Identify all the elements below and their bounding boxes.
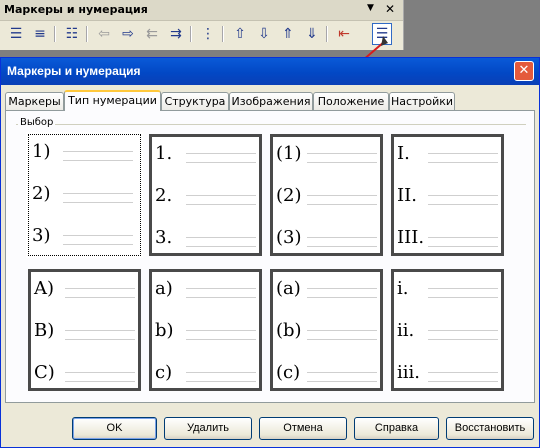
tab-panel: Выбор 1) 2) 3) 1. 2. 3. (1) (2) (3) I. I… (5, 110, 535, 403)
selection-group-label: Выбор (18, 117, 56, 128)
numbering-preset-1[interactable]: 1) 2) 3) (26, 132, 143, 258)
preset-item: (2) (276, 185, 302, 206)
tab-bullets[interactable]: Маркеры (5, 92, 64, 110)
preset-item: 3) (32, 225, 51, 246)
delete-button[interactable]: Удалить (164, 417, 252, 440)
numbering-preset-2[interactable]: 1. 2. 3. (149, 134, 262, 256)
toolbar-menu-icon[interactable]: ▼ (367, 3, 374, 13)
move-down-icon[interactable]: ⇩ (254, 23, 274, 45)
bullets-numbering-toolbar: Маркеры и нумерация ▼ ✕ ☰ ≡ ☷ ⇦ ⇨ ⇇ ⇉ ⋮ … (0, 0, 404, 50)
toolbar-title: Маркеры и нумерация (4, 3, 148, 16)
preset-item: (b) (276, 320, 302, 341)
preset-item: A) (34, 278, 55, 299)
dialog-titlebar[interactable]: Маркеры и нумерация ✕ (1, 58, 539, 85)
preset-item: i. (397, 278, 409, 299)
preset-item: a) (155, 278, 173, 299)
preset-item: (c) (276, 362, 301, 383)
tab-position[interactable]: Положение (313, 92, 389, 110)
demote-with-subpoints-icon[interactable]: ⇉ (166, 23, 186, 45)
preset-item: c) (155, 362, 173, 383)
tab-outline[interactable]: Структура (161, 92, 229, 110)
preset-item: 1. (155, 143, 173, 164)
restart-numbering-icon[interactable]: ⇤ (334, 23, 354, 45)
dialog-title: Маркеры и нумерация (7, 64, 141, 78)
preset-item: 2) (32, 183, 51, 204)
ok-button[interactable]: OK (72, 417, 157, 440)
move-up-with-subpoints-icon[interactable]: ⇑ (278, 23, 298, 45)
promote-with-subpoints-icon[interactable]: ⇇ (142, 23, 162, 45)
preset-item: (1) (276, 143, 302, 164)
bullets-numbering-dialog-icon[interactable]: ☰ (372, 23, 392, 45)
numbering-preset-3[interactable]: (1) (2) (3) (270, 134, 383, 256)
toolbar-close-icon[interactable]: ✕ (385, 2, 395, 16)
preset-item: (3) (276, 227, 302, 248)
restore-button[interactable]: Восстановить (446, 417, 534, 440)
numbering-preset-7[interactable]: (a) (b) (c) (270, 269, 383, 391)
preset-item: iii. (397, 362, 420, 383)
numbering-preset-4[interactable]: I. II. III. (391, 134, 504, 256)
help-button[interactable]: Справка (354, 417, 439, 440)
preset-item: III. (397, 227, 425, 248)
outline-icon[interactable]: ☷ (62, 23, 82, 45)
preset-item: C) (34, 362, 55, 383)
tab-options[interactable]: Настройки (389, 92, 455, 110)
close-icon[interactable]: ✕ (514, 61, 534, 81)
move-down-with-subpoints-icon[interactable]: ⇓ (302, 23, 322, 45)
promote-level-icon[interactable]: ⇦ (94, 23, 114, 45)
insert-unnumbered-entry-icon[interactable]: ⋮ (198, 23, 218, 45)
preset-item: b) (155, 320, 174, 341)
bullets-numbering-dialog: Маркеры и нумерация ✕ Маркеры Тип нумера… (0, 57, 540, 448)
tab-graphics[interactable]: Изображения (229, 92, 313, 110)
numbering-on-off-icon[interactable]: ≡ (30, 23, 50, 45)
preset-item: 3. (155, 227, 173, 248)
preset-item: B) (34, 320, 55, 341)
numbering-preset-5[interactable]: A) B) C) (28, 269, 141, 391)
bullets-on-off-icon[interactable]: ☰ (6, 23, 26, 45)
tab-numbering-type[interactable]: Тип нумерации (64, 90, 161, 111)
numbering-preset-6[interactable]: a) b) c) (149, 269, 262, 391)
preset-item: 2. (155, 185, 173, 206)
numbering-preset-8[interactable]: i. ii. iii. (391, 269, 504, 391)
demote-level-icon[interactable]: ⇨ (118, 23, 138, 45)
move-up-icon[interactable]: ⇧ (230, 23, 250, 45)
preset-item: 1) (32, 141, 51, 162)
toolbar-titlebar[interactable]: Маркеры и нумерация ▼ ✕ (0, 0, 403, 21)
preset-item: I. (397, 143, 410, 164)
cancel-button[interactable]: Отмена (259, 417, 347, 440)
preset-item: (a) (276, 278, 301, 299)
preset-item: ii. (397, 320, 415, 341)
preset-item: II. (397, 185, 417, 206)
